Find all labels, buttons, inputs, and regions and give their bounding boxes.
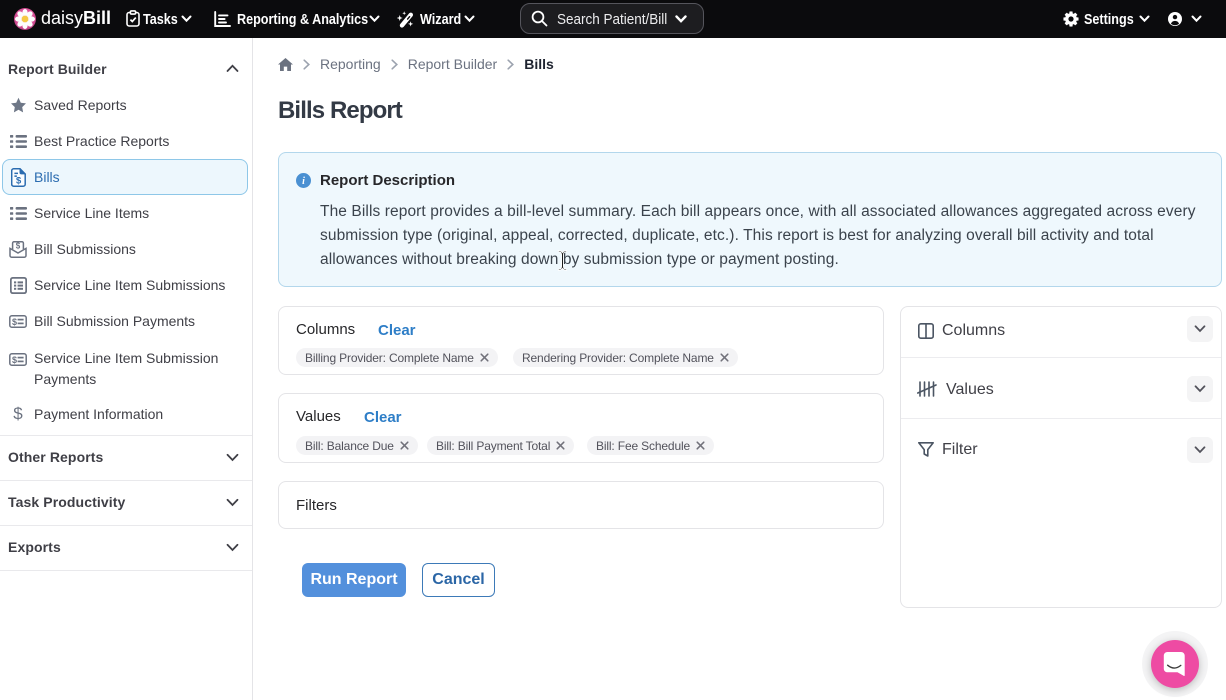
svg-text:$: $: [12, 354, 17, 364]
svg-text:$: $: [15, 174, 21, 185]
svg-text:$: $: [16, 241, 21, 250]
svg-text:$: $: [12, 316, 17, 326]
svg-text:i: i: [302, 176, 305, 187]
